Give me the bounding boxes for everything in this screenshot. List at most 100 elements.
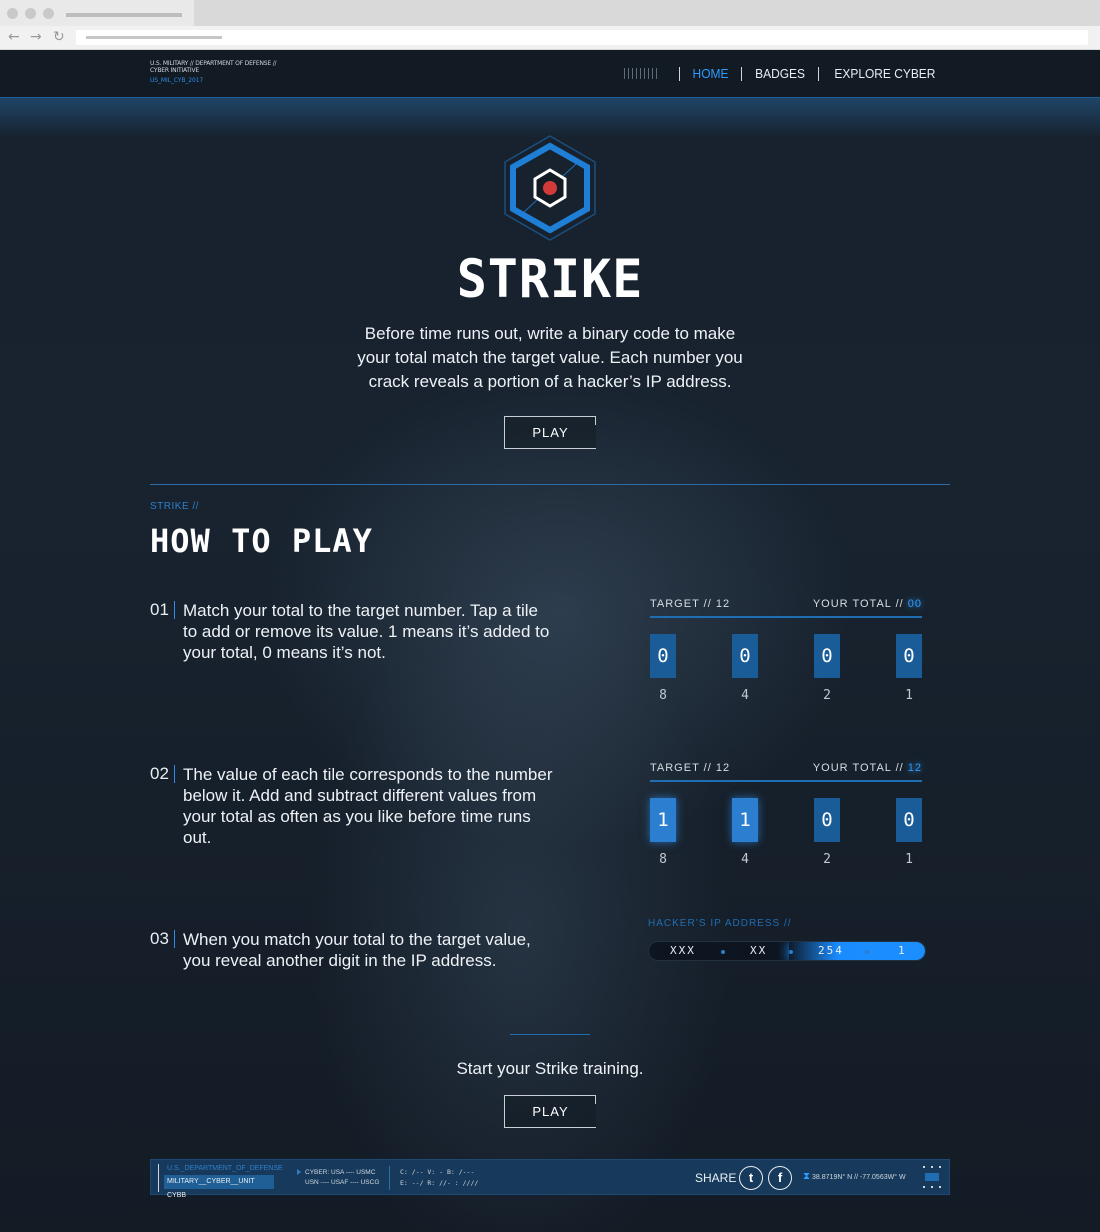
target-hexagon-icon — [504, 135, 596, 241]
bit-tile[interactable]: 1 — [732, 798, 758, 842]
cta-divider — [510, 1034, 590, 1035]
section-divider — [150, 484, 950, 485]
twitter-icon[interactable]: t — [739, 1166, 763, 1190]
tile-column: 0 4 — [732, 634, 758, 703]
step-marker — [174, 765, 175, 783]
tile-row: 1 8 1 4 0 2 0 1 — [650, 798, 922, 867]
url-placeholder — [86, 36, 222, 39]
game-description: Before time runs out, write a binary cod… — [357, 324, 743, 391]
tile-value: 2 — [823, 852, 831, 867]
footer-separator — [389, 1166, 390, 1190]
total-value: 12 — [907, 762, 922, 774]
ip-segment: XX — [750, 944, 768, 957]
example-panel-2: TARGET // 12 YOUR TOTAL // 12 1 8 1 4 0 … — [650, 762, 922, 867]
site-logo[interactable]: U.S. MILITARY // DEPARTMENT OF DEFENSE /… — [150, 60, 290, 84]
tile-column: 0 1 — [896, 634, 922, 703]
nav-home[interactable]: HOME — [693, 66, 729, 81]
bit-tile[interactable]: 0 — [732, 634, 758, 678]
window-minimize-dot[interactable] — [25, 8, 36, 19]
header-glow — [0, 98, 1100, 138]
footer-branches-line: CYBER: USA ---- USMC — [305, 1169, 376, 1176]
tab-title-placeholder — [66, 13, 182, 17]
browser-toolbar: ← → ↻ — [0, 26, 1100, 50]
main-nav: HOME BADGES EXPLORE CYBER — [623, 66, 940, 81]
footer-code-line: C: /-- V: - B: /--- — [400, 1168, 475, 1176]
brand-title: U.S. MILITARY // DEPARTMENT OF DEFENSE /… — [150, 60, 277, 74]
barcode-icon — [623, 68, 658, 79]
site-header: U.S. MILITARY // DEPARTMENT OF DEFENSE /… — [0, 50, 1100, 98]
total-label: YOUR TOTAL // — [812, 762, 904, 774]
ip-segment: 254 — [818, 944, 844, 957]
ip-address-label: HACKER’S IP ADDRESS // — [648, 918, 792, 929]
total-value: 00 — [907, 598, 922, 610]
step-number: 03 — [150, 929, 169, 948]
tile-value: 4 — [741, 688, 749, 703]
reload-icon[interactable]: ↻ — [53, 29, 65, 45]
triangle-icon — [297, 1169, 301, 1175]
bit-tile[interactable]: 1 — [650, 798, 676, 842]
target-label: TARGET // 12 — [650, 598, 731, 610]
hourglass-icon: ⧗ — [803, 1171, 811, 1182]
window-close-dot[interactable] — [7, 8, 18, 19]
section-title: HOW TO PLAY — [150, 522, 373, 560]
step-01: 01 Match your total to the target number… — [150, 600, 553, 663]
step-02: 02 The value of each tile corresponds to… — [150, 764, 553, 848]
footer-code-line: E: --/ R: //- : //// — [400, 1179, 479, 1187]
footer-branches: CYBER: USA ---- USMC USN ---- USAF ---- … — [305, 1168, 379, 1188]
play-button-bottom[interactable]: PLAY — [504, 1095, 596, 1128]
step-number: 01 — [150, 600, 169, 619]
tile-column: 0 2 — [814, 634, 840, 703]
share-label: SHARE — [695, 1171, 737, 1185]
footer-codes: C: /-- V: - B: /--- E: --/ R: //- : //// — [400, 1167, 478, 1189]
back-icon[interactable]: ← — [8, 29, 20, 45]
tile-value: 1 — [905, 688, 913, 703]
step-marker — [174, 601, 175, 619]
forward-icon[interactable]: → — [30, 29, 42, 45]
nav-badges[interactable]: BADGES — [755, 66, 805, 81]
facebook-icon[interactable]: f — [768, 1166, 792, 1190]
tile-row: 0 8 0 4 0 2 0 1 — [650, 634, 922, 703]
tile-value: 4 — [741, 852, 749, 867]
tile-column: 0 8 — [650, 634, 676, 703]
step-03: 03 When you match your total to the targ… — [150, 929, 553, 971]
step-marker — [174, 930, 175, 948]
ip-segment: XXX — [670, 944, 696, 957]
coordinates: ⧗ 38.8719N° N // -77.0563W° W — [803, 1171, 906, 1182]
total-readout: YOUR TOTAL // 12 — [813, 762, 922, 780]
tile-column: 1 4 — [732, 798, 758, 867]
bit-tile[interactable]: 0 — [896, 634, 922, 678]
coordinates-text: 38.8719N° N // -77.0563W° W — [812, 1174, 906, 1181]
window-maximize-dot[interactable] — [43, 8, 54, 19]
nav-separator — [740, 66, 742, 81]
total-label: YOUR TOTAL // — [812, 598, 904, 610]
footer-unit: MILITARY__CYBER__UNIT CYBB — [164, 1175, 274, 1199]
grid-dots-icon[interactable] — [921, 1164, 943, 1190]
total-readout: YOUR TOTAL // 00 — [813, 598, 922, 616]
step-text: The value of each tile corresponds to th… — [183, 765, 553, 847]
step-text: Match your total to the target number. T… — [183, 601, 550, 662]
tile-value: 8 — [659, 688, 667, 703]
bit-tile[interactable]: 0 — [814, 798, 840, 842]
nav-explore-cyber[interactable]: EXPLORE CYBER — [835, 66, 936, 81]
bit-tile[interactable]: 0 — [896, 798, 922, 842]
address-bar[interactable] — [76, 30, 1088, 45]
target-label: TARGET // 12 — [650, 762, 731, 774]
site-footer: U.S._DEPARTMENT_OF_DEFENSE MILITARY__CYB… — [150, 1159, 950, 1199]
panel-header: TARGET // 12 YOUR TOTAL // 00 — [650, 598, 922, 618]
cta-text: Start your Strike training. — [456, 1059, 644, 1078]
browser-tab[interactable] — [0, 0, 194, 26]
ip-separator-dot — [721, 950, 725, 954]
browser-tab-strip — [0, 0, 1100, 26]
tile-column: 0 1 — [896, 798, 922, 867]
tile-value: 1 — [905, 852, 913, 867]
play-button[interactable]: PLAY — [504, 416, 596, 449]
bit-tile[interactable]: 0 — [650, 634, 676, 678]
bit-tile[interactable]: 0 — [814, 634, 840, 678]
strike-page: U.S. MILITARY // DEPARTMENT OF DEFENSE /… — [0, 50, 1100, 1232]
ip-address-bar: XXX XX 254 1 — [648, 941, 926, 961]
ip-separator-dot — [789, 950, 793, 954]
tile-value: 2 — [823, 688, 831, 703]
tile-value: 8 — [659, 852, 667, 867]
panel-header: TARGET // 12 YOUR TOTAL // 12 — [650, 762, 922, 782]
ip-segment: 1 — [898, 944, 907, 957]
